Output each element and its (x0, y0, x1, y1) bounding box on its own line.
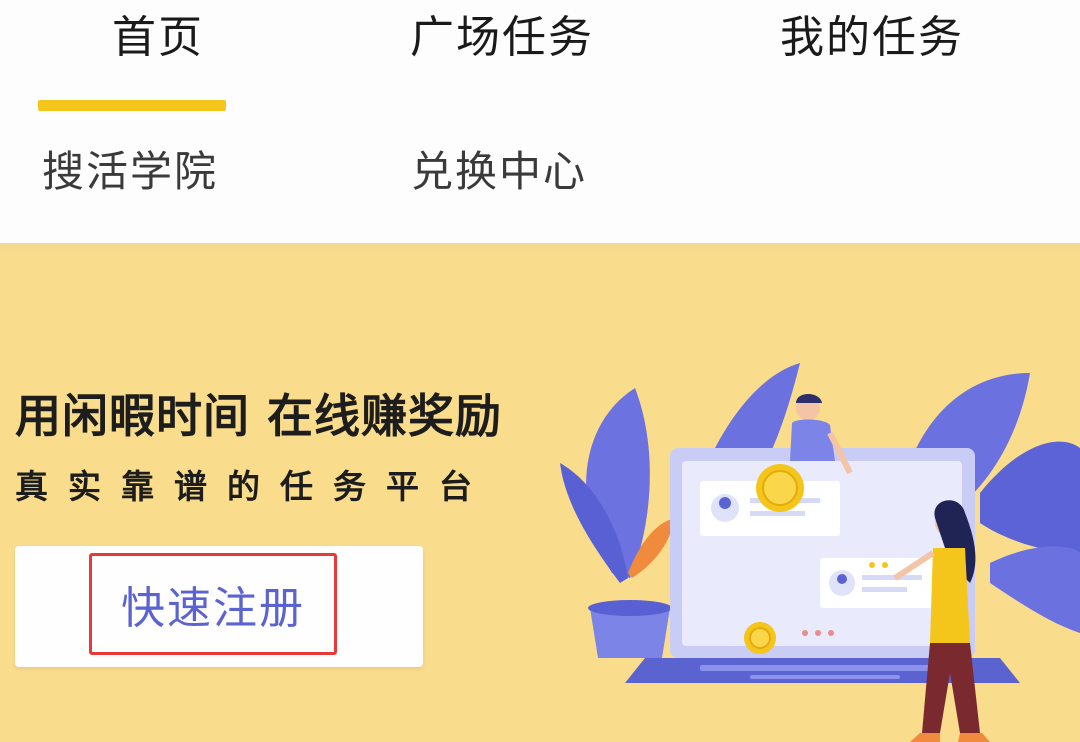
tab-exchange-center[interactable]: 兑换中心 (411, 151, 587, 193)
profile-card-icon (820, 558, 945, 608)
tab-my-tasks[interactable]: 我的任务 (780, 16, 964, 60)
tab-home[interactable]: 首页 (112, 16, 204, 60)
top-navigation: 首页 广场任务 我的任务 搜活学院 兑换中心 (0, 0, 1080, 243)
active-tab-indicator (38, 100, 226, 111)
tab-academy[interactable]: 搜活学院 (42, 151, 218, 193)
banner-subline: 真实靠谱的任务平台 (15, 467, 492, 506)
plant-left-icon (560, 388, 675, 658)
coin-icon (744, 622, 776, 654)
tab-square-tasks[interactable]: 广场任务 (410, 16, 594, 60)
quick-register-button[interactable]: 快速注册 (89, 553, 337, 655)
promo-banner[interactable]: 用闲暇时间 在线赚奖励 真实靠谱的任务平台 快速注册 (0, 243, 1080, 742)
laptop-illustration (560, 363, 1080, 742)
coin-icon (756, 464, 804, 512)
banner-headline: 用闲暇时间 在线赚奖励 (15, 389, 503, 443)
